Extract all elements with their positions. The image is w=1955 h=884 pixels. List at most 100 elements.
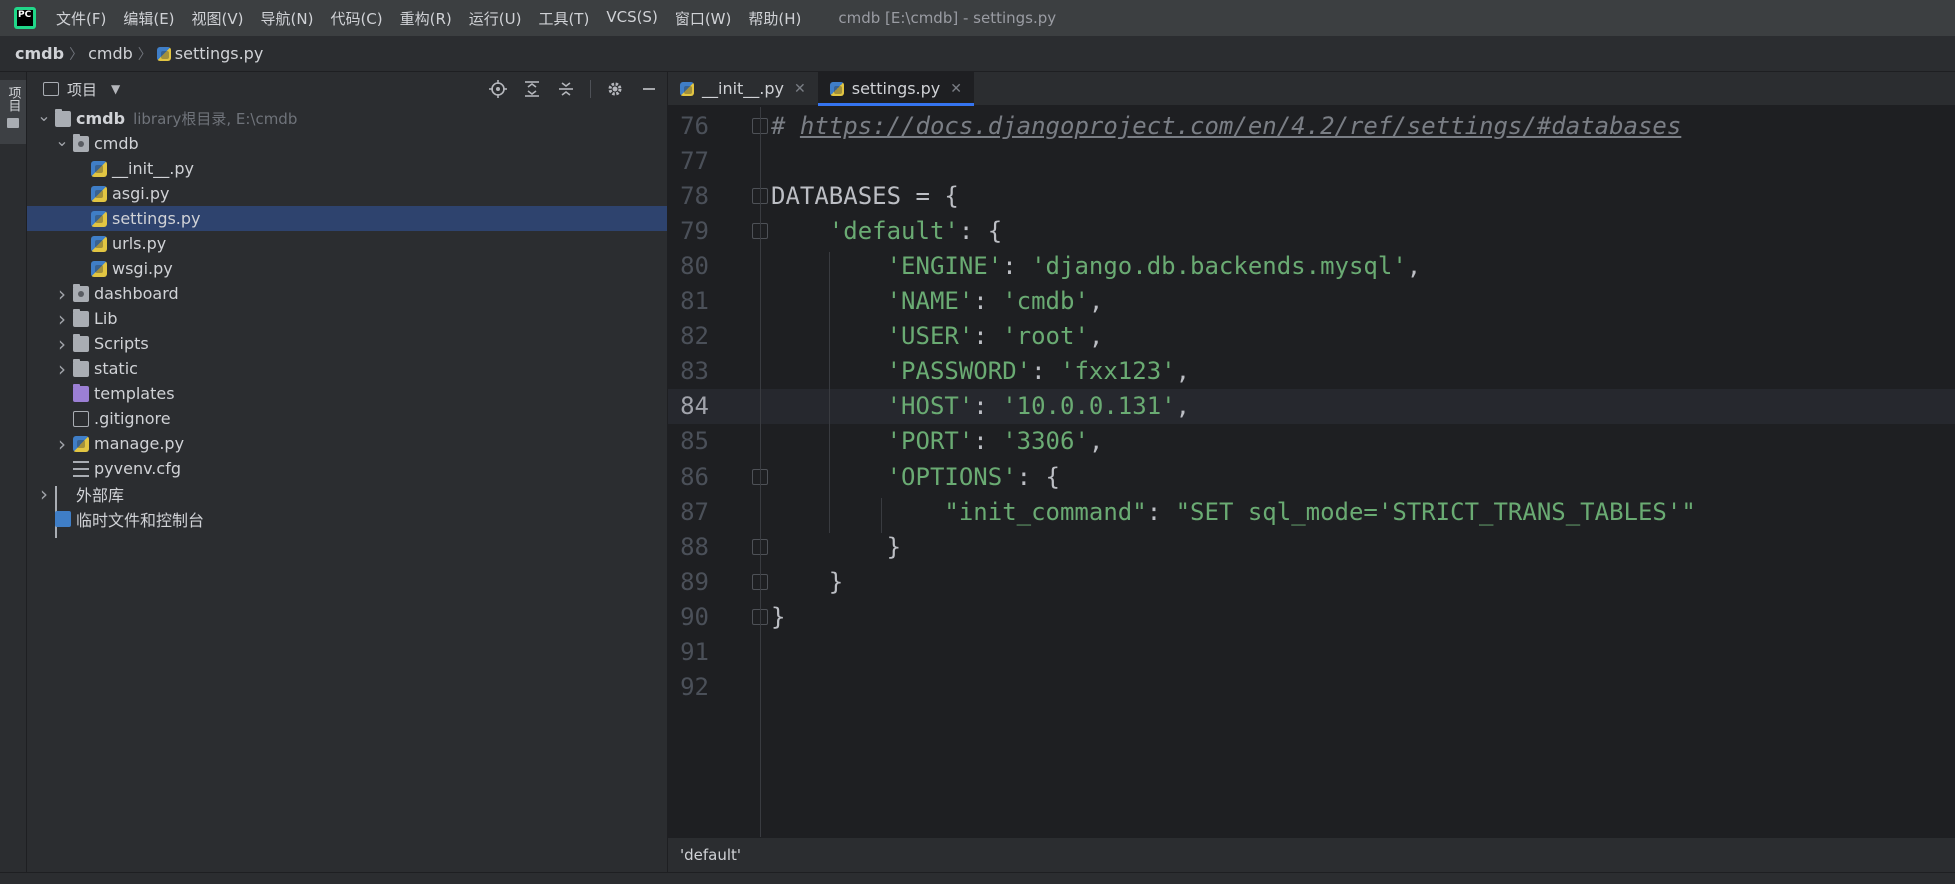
tree-item[interactable]: .gitignore — [27, 406, 667, 431]
toolbar-divider — [590, 80, 591, 98]
locate-icon[interactable] — [488, 79, 508, 99]
tree-item[interactable]: wsgi.py — [27, 256, 667, 281]
tree-item[interactable]: urls.py — [27, 231, 667, 256]
code-token: '3306' — [1002, 427, 1089, 456]
python-file-icon — [73, 435, 89, 452]
status-bar — [0, 872, 1955, 884]
project-view-icon — [43, 82, 59, 96]
chevron-down-icon[interactable]: ⌄ — [55, 131, 69, 150]
code-token: 'HOST' — [886, 392, 974, 421]
code-token: } — [771, 567, 844, 596]
line-number: 90 — [680, 602, 709, 631]
tree-item[interactable]: pyvenv.cfg — [27, 456, 667, 481]
minimize-icon[interactable] — [639, 79, 659, 99]
code-line: 91 — [668, 635, 1955, 670]
tree-item[interactable]: › Lib — [27, 306, 667, 331]
chevron-right-icon: 〉 — [137, 46, 152, 63]
code-text: } — [771, 533, 901, 561]
code-token: 'cmdb' — [1002, 287, 1089, 316]
project-panel: 项目 ▼ ⌄ cmdb library根目录, E:\cmdb ⌄ cmdb __init… — [27, 72, 668, 872]
chevron-right-icon[interactable]: › — [37, 482, 51, 506]
code-text: 'HOST': '10.0.0.131', — [771, 392, 1190, 420]
menu-item[interactable]: 编辑(E) — [123, 8, 174, 29]
tree-item-label: cmdb — [76, 109, 126, 128]
menu-item[interactable]: 窗口(W) — [675, 8, 732, 29]
pycharm-logo-icon: PC — [14, 7, 36, 29]
code-text: # https://docs.djangoproject.com/en/4.2/… — [771, 112, 1681, 140]
menu-item[interactable]: 代码(C) — [330, 8, 382, 29]
tree-item[interactable]: ⌄ cmdb library根目录, E:\cmdb — [27, 106, 667, 131]
tree-item[interactable]: asgi.py — [27, 181, 667, 206]
python-file-icon — [91, 160, 107, 177]
menu-item[interactable]: 文件(F) — [56, 8, 106, 29]
editor-breadcrumb[interactable]: 'default' — [668, 837, 1955, 872]
python-file-icon — [91, 185, 107, 202]
code-link[interactable]: https://docs.djangoproject.com/en/4.2/re… — [800, 112, 1681, 140]
line-number: 89 — [680, 567, 709, 596]
indent-guide — [829, 252, 830, 534]
code-line: 92 — [668, 670, 1955, 705]
chevron-right-icon[interactable]: › — [55, 307, 69, 331]
code-text: 'USER': 'root', — [771, 322, 1104, 350]
close-icon[interactable]: ✕ — [794, 81, 806, 97]
chevron-right-icon: 〉 — [69, 46, 84, 63]
menu-item[interactable]: 视图(V) — [192, 8, 244, 29]
code-token: 'PASSWORD' — [886, 357, 1032, 386]
code-line: 76 # https://docs.djangoproject.com/en/4.… — [668, 108, 1955, 143]
breadcrumb-item-project[interactable]: cmdb — [15, 44, 64, 63]
chevron-right-icon[interactable]: › — [55, 332, 69, 356]
tree-item[interactable]: › static — [27, 356, 667, 381]
collapse-all-icon[interactable] — [556, 79, 576, 99]
tree-item-hint: library根目录, E:\cmdb — [133, 110, 298, 128]
python-file-icon — [680, 81, 694, 96]
left-tool-strip: 项目 — [0, 72, 27, 872]
breadcrumb-item-package[interactable]: cmdb — [88, 44, 133, 63]
folder-icon — [7, 118, 19, 128]
menu-item[interactable]: VCS(S) — [606, 8, 657, 29]
menu-item[interactable]: 导航(N) — [261, 8, 314, 29]
code-token: : — [973, 427, 1003, 456]
editor-tab[interactable]: __init__.py ✕ — [668, 72, 818, 105]
gear-icon[interactable] — [605, 79, 625, 99]
tree-item[interactable]: ⌄ cmdb — [27, 131, 667, 156]
menu-item[interactable]: 重构(R) — [400, 8, 452, 29]
tree-item-label: Scripts — [94, 334, 149, 353]
menu-item[interactable]: 工具(T) — [538, 8, 589, 29]
chevron-right-icon[interactable]: › — [55, 282, 69, 306]
navigation-breadcrumb: cmdb 〉 cmdb 〉 settings.py — [0, 36, 1955, 72]
menu-item[interactable]: 运行(U) — [469, 8, 522, 29]
project-tool-window-tab[interactable]: 项目 — [0, 80, 26, 144]
tree-item[interactable]: › 外部库 — [27, 481, 667, 538]
code-line: 77 — [668, 143, 1955, 178]
breadcrumb-item-file[interactable]: settings.py — [175, 44, 264, 63]
tree-item[interactable]: › Scripts — [27, 331, 667, 356]
line-number: 86 — [680, 462, 709, 491]
line-number: 76 — [680, 111, 709, 140]
chevron-right-icon[interactable]: › — [55, 357, 69, 381]
editor-tab-label: settings.py — [851, 79, 941, 98]
chevron-down-icon[interactable]: ▼ — [111, 82, 120, 96]
tree-item[interactable]: › manage.py — [27, 431, 667, 456]
main-menu: 文件(F) 编辑(E) 视图(V) 导航(N) 代码(C) 重构(R) 运行(U) 工具(T)… — [56, 8, 818, 29]
code-token: "init_command" — [944, 497, 1147, 526]
project-panel-title[interactable]: 项目 — [67, 79, 97, 100]
folder-icon — [55, 108, 71, 127]
close-icon[interactable]: ✕ — [950, 81, 962, 97]
chevron-right-icon[interactable]: › — [55, 432, 69, 456]
tree-item[interactable]: __init__.py — [27, 156, 667, 181]
code-line: 84 'HOST': '10.0.0.131', — [668, 388, 1955, 424]
line-number: 84 — [680, 392, 709, 421]
tree-item[interactable]: › dashboard — [27, 281, 667, 306]
tree-item[interactable]: 临时文件和控制台 — [27, 506, 667, 531]
line-number: 88 — [680, 532, 709, 561]
expand-all-icon[interactable] — [522, 79, 542, 99]
code-editor[interactable]: 76 # https://docs.djangoproject.com/en/4.… — [668, 107, 1955, 837]
tree-item[interactable]: settings.py — [27, 206, 667, 231]
editor-tab[interactable]: settings.py ✕ — [817, 72, 975, 106]
menu-item[interactable]: 帮助(H) — [748, 8, 801, 29]
project-panel-toolbar — [488, 79, 659, 99]
code-token: } — [771, 532, 902, 561]
tree-item[interactable]: templates — [27, 381, 667, 406]
code-line: 88 } — [668, 529, 1955, 564]
chevron-down-icon[interactable]: ⌄ — [37, 106, 51, 125]
